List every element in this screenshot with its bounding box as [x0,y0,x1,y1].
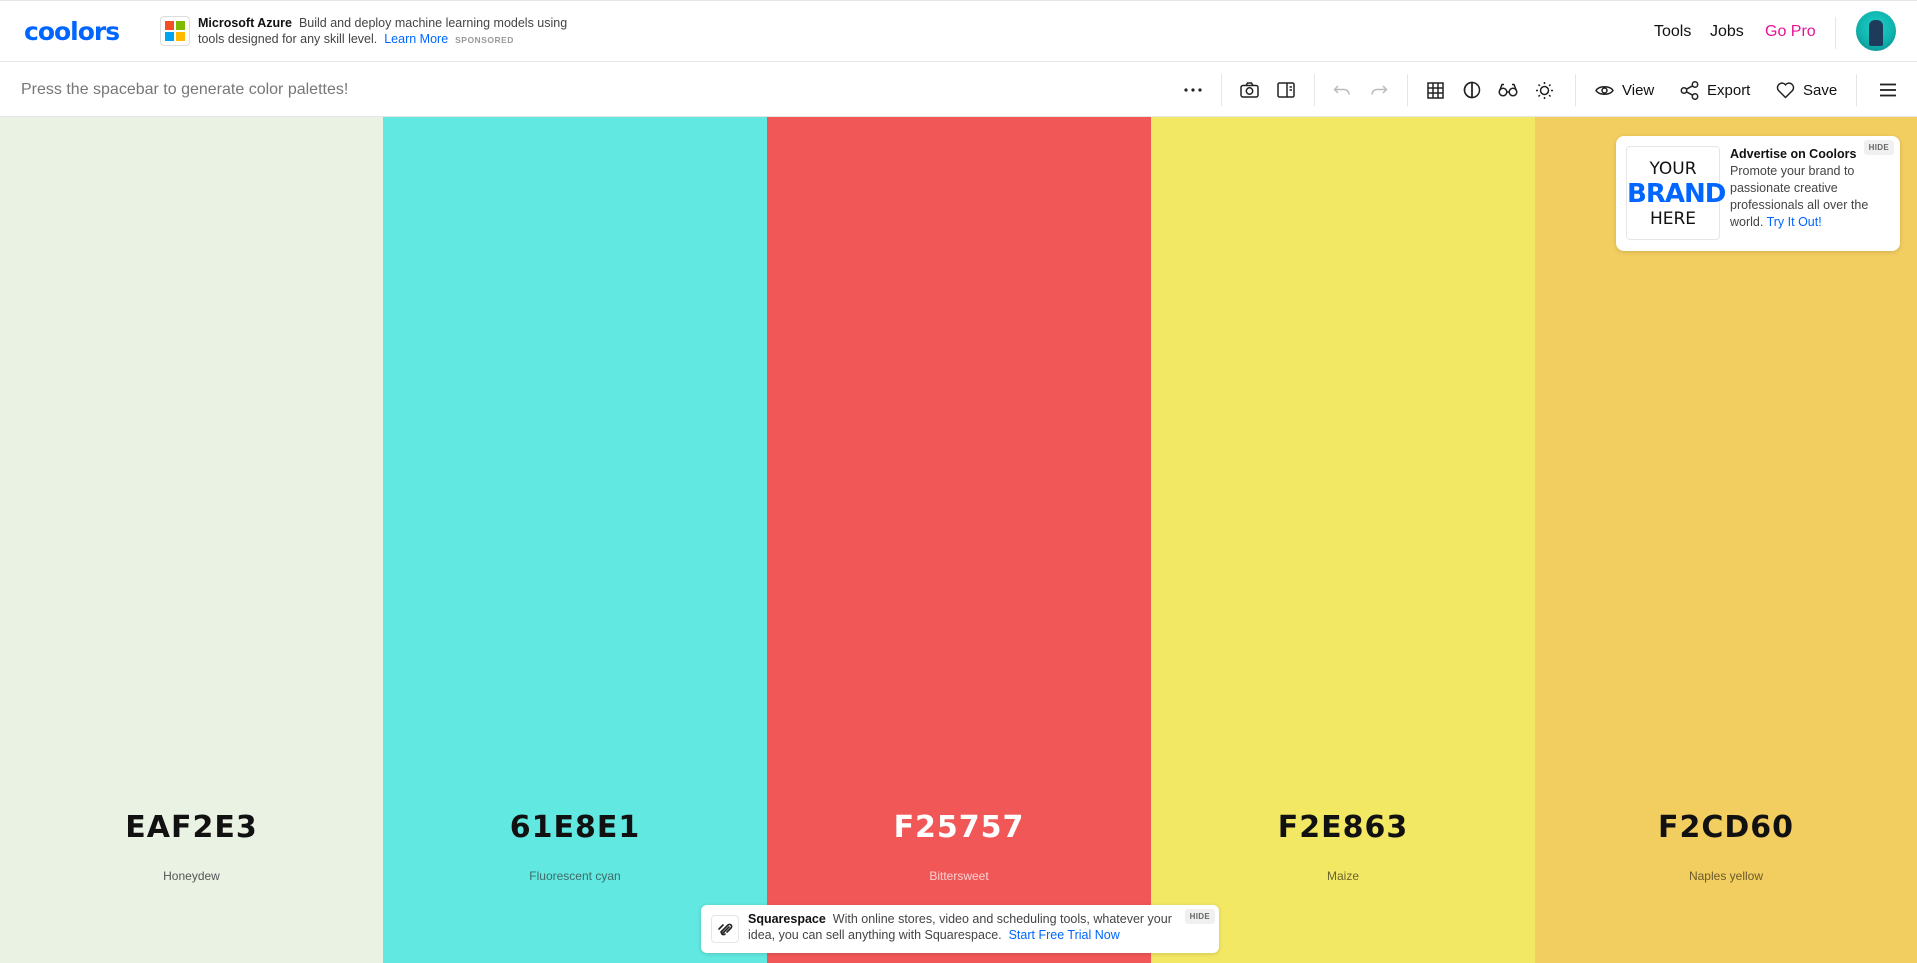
toolbar-divider [1407,74,1408,106]
share-icon [1679,80,1699,100]
color-hex[interactable]: F2CD60 [1535,810,1917,846]
more-icon[interactable] [1181,78,1205,102]
sponsored-tag: SPONSORED [455,35,514,45]
panel-icon[interactable] [1274,78,1298,102]
brand-image-line: BRAND [1627,179,1726,209]
ad-hide-button[interactable]: HIDE [1863,140,1894,155]
coolors-logo[interactable]: coolors [24,17,120,47]
view-button[interactable]: View [1594,76,1654,104]
top-nav: coolors Microsoft Azure Build and deploy… [0,0,1917,62]
menu-icon[interactable] [1876,78,1900,102]
sponsor-banner[interactable]: Microsoft Azure Build and deploy machine… [160,15,567,49]
bottom-ad-hide-button[interactable]: HIDE [1184,909,1215,924]
bottom-ad-trial-link[interactable]: Start Free Trial Now [1009,928,1120,942]
color-name[interactable]: Fluorescent cyan [383,868,767,884]
sponsor-brand: Microsoft Azure [198,16,292,30]
sponsor-learn-more-link[interactable]: Learn More [384,32,448,46]
brand-image-line: YOUR [1649,159,1697,179]
color-hex[interactable]: EAF2E3 [0,810,383,846]
color-hex[interactable]: F25757 [767,810,1151,846]
toolbar-divider [1575,74,1576,106]
export-label: Export [1707,81,1751,99]
squarespace-logo-icon [711,915,739,943]
nav-link-jobs[interactable]: Jobs [1710,22,1744,42]
toolbar-divider [1856,74,1857,106]
bottom-ad[interactable]: Squarespace With online stores, video an… [701,905,1219,953]
color-swatch[interactable]: F25757 Bittersweet [767,117,1151,963]
camera-icon[interactable] [1237,78,1261,102]
sun-icon[interactable] [1532,78,1556,102]
color-name[interactable]: Naples yellow [1535,868,1917,884]
brand-image-line: HERE [1649,209,1697,229]
sponsor-text: Microsoft Azure Build and deploy machine… [198,15,578,48]
advertise-card[interactable]: YOUR BRAND HERE Advertise on Coolors Pro… [1616,136,1900,251]
nav-link-go-pro[interactable]: Go Pro [1765,22,1816,42]
microsoft-logo-icon [160,16,190,46]
undo-icon[interactable] [1330,78,1354,102]
color-name[interactable]: Bittersweet [767,868,1151,884]
nav-link-tools[interactable]: Tools [1654,22,1691,42]
save-button[interactable]: Save [1775,76,1837,104]
export-button[interactable]: Export [1679,76,1750,104]
redo-icon[interactable] [1367,78,1391,102]
color-name[interactable]: Maize [1151,868,1535,884]
color-hex[interactable]: 61E8E1 [383,810,767,846]
glasses-icon[interactable] [1496,78,1520,102]
save-label: Save [1803,81,1838,99]
brand-placeholder-image: YOUR BRAND HERE [1626,146,1726,240]
contrast-icon[interactable] [1460,78,1484,102]
ad-body: Promote your brand to passionate creativ… [1730,163,1890,231]
nav-divider [1835,17,1836,49]
bottom-ad-text: Squarespace With online stores, video an… [748,911,1188,943]
ad-try-link[interactable]: Try It Out! [1767,215,1822,229]
view-label: View [1622,81,1655,99]
grid-icon[interactable] [1423,78,1447,102]
color-swatch[interactable]: EAF2E3 Honeydew [0,117,383,963]
color-name[interactable]: Honeydew [0,868,383,884]
heart-icon [1775,80,1795,100]
eye-icon [1594,80,1614,100]
color-swatch[interactable]: 61E8E1 Fluorescent cyan [383,117,767,963]
toolbar-divider [1221,74,1222,106]
user-avatar[interactable] [1856,11,1896,51]
color-swatch[interactable]: F2E863 Maize [1151,117,1535,963]
spacebar-hint: Press the spacebar to generate color pal… [21,81,349,98]
bottom-ad-brand: Squarespace [748,912,826,926]
ad-title: Advertise on Coolors [1730,147,1857,161]
toolbar: Press the spacebar to generate color pal… [0,62,1917,117]
color-hex[interactable]: F2E863 [1151,810,1535,846]
toolbar-divider [1314,74,1315,106]
